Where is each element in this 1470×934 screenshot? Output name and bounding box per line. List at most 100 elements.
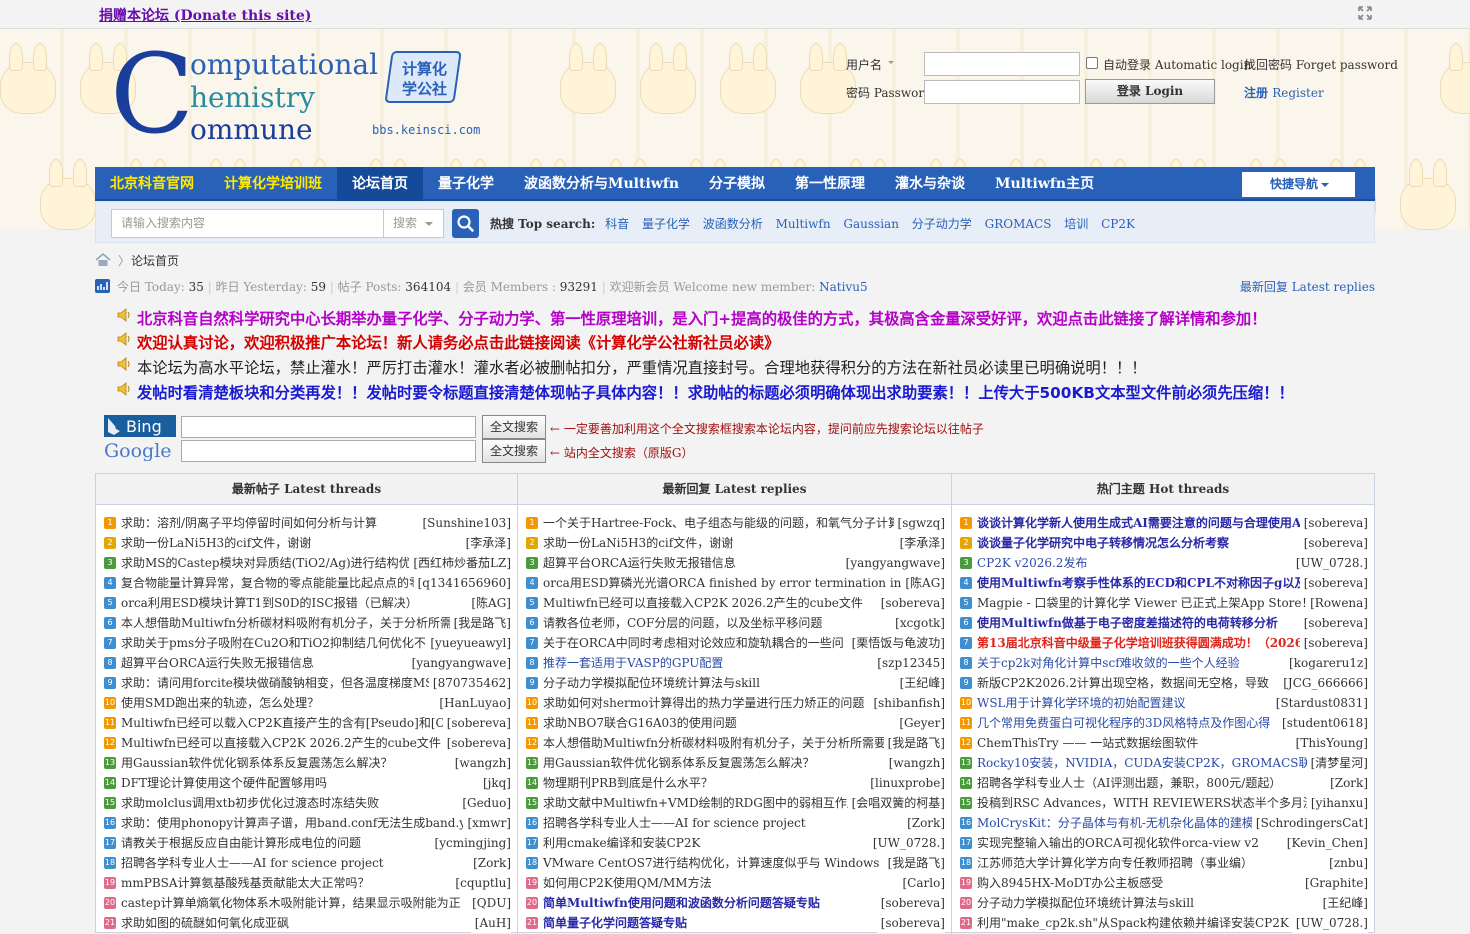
thread-title-link[interactable]: 如何用CP2K使用QM/MM方法 [543, 873, 945, 893]
fullscreen-icon[interactable] [1358, 6, 1372, 20]
thread-author-link[interactable]: [kogareru1z] [1285, 653, 1368, 673]
thread-title-link[interactable]: castep计算单熵氧化物体系木吸附能计算，结果显示吸附能为正 [121, 893, 511, 913]
thread-author-link[interactable]: [Carlo] [898, 873, 945, 893]
thread-title-link[interactable]: 求助molclus调用xtb初步优化过渡态时冻结失败 [121, 793, 511, 813]
thread-title-link[interactable]: 求助一份LaNi5H3的cif文件，谢谢 [543, 533, 945, 553]
thread-title-link[interactable]: 一个关于Hartree-Fock、电子组态与能级的问题，和氧气分子计算的 [543, 513, 945, 533]
thread-author-link[interactable]: [陈AG] [467, 593, 511, 613]
latest-replies-link[interactable]: 最新回复 Latest replies [1240, 278, 1375, 295]
nav-item-multiwfn-home[interactable]: Multiwfn主页 [980, 167, 1109, 201]
nav-item-training[interactable]: 计算化学培训班 [209, 167, 337, 201]
thread-author-link[interactable]: [szp12345] [873, 653, 945, 673]
thread-title-link[interactable]: orca利用ESD模块计算T1到S0D的ISC报错（已解决） [121, 593, 511, 613]
nav-item-quantum-chemistry[interactable]: 量子化学 [423, 167, 509, 201]
thread-author-link[interactable]: [sobereva] [442, 733, 511, 753]
thread-title-link[interactable]: 招聘各学科专业人士（AI评测出题，兼职，800元/题起） [977, 773, 1368, 793]
hot-search-item[interactable]: 科音 [605, 217, 629, 231]
password-input[interactable] [924, 80, 1080, 104]
thread-author-link[interactable]: [wangzh] [450, 753, 511, 773]
thread-author-link[interactable]: [870735462] [428, 673, 511, 693]
thread-author-link[interactable]: [sobereva] [1299, 633, 1368, 653]
thread-author-link[interactable]: [AuH] [470, 913, 511, 933]
thread-author-link[interactable]: [QDU] [468, 893, 511, 913]
thread-author-link[interactable]: [我是路飞] [449, 613, 511, 633]
thread-author-link[interactable]: [ycmingjing] [430, 833, 511, 853]
thread-author-link[interactable]: [我是路飞] [883, 733, 945, 753]
thread-author-link[interactable]: [wangzh] [884, 753, 945, 773]
thread-author-link[interactable]: [UW_0728.] [1291, 553, 1368, 573]
thread-title-link[interactable]: 求助：使用phonopy计算声子谱，用band.conf无法生成band.yam… [121, 813, 511, 833]
thread-author-link[interactable]: [Zork] [469, 853, 511, 873]
thread-author-link[interactable]: [sobereva] [442, 713, 511, 733]
bing-search-input[interactable] [181, 416, 476, 438]
username-dropdown-icon[interactable] [888, 61, 894, 67]
thread-title-link[interactable]: 分子动力学模拟配位环境统计算法与skill [977, 893, 1368, 913]
thread-author-link[interactable]: [sobereva] [1299, 533, 1368, 553]
thread-author-link[interactable]: [栗悟饭与龟波功] [847, 633, 945, 653]
thread-author-link[interactable]: [Stardust0831] [1271, 693, 1368, 713]
thread-author-link[interactable]: [我是路飞] [883, 853, 945, 873]
auto-login-label[interactable]: 自动登录 Automatic login [1103, 56, 1251, 73]
thread-author-link[interactable]: [sgwzq] [893, 513, 945, 533]
thread-author-link[interactable]: [sobereva] [1299, 513, 1368, 533]
thread-author-link[interactable]: [会唱双簧的柯基] [847, 793, 945, 813]
thread-author-link[interactable]: [sobereva] [876, 913, 945, 933]
thread-author-link[interactable]: [yueyueawyl] [426, 633, 511, 653]
thread-author-link[interactable]: [sobereva] [1299, 613, 1368, 633]
nav-item-first-principles[interactable]: 第一性原理 [780, 167, 880, 201]
thread-author-link[interactable]: [sobereva] [876, 593, 945, 613]
thread-author-link[interactable]: [xcgotk] [891, 613, 945, 633]
thread-author-link[interactable]: [linuxprobe] [866, 773, 945, 793]
thread-author-link[interactable]: [Geduo] [458, 793, 511, 813]
thread-author-link[interactable]: [李承泽] [461, 533, 511, 553]
register-link[interactable]: 注册 Register [1244, 84, 1324, 101]
thread-author-link[interactable]: [清梦星河] [1306, 753, 1368, 773]
thread-author-link[interactable]: [王纪峰] [1318, 893, 1368, 913]
thread-author-link[interactable]: [西红柿炒番茄LZ] [409, 553, 511, 573]
thread-author-link[interactable]: [李承泽] [895, 533, 945, 553]
thread-author-link[interactable]: [cquptlu] [451, 873, 511, 893]
thread-author-link[interactable]: [yangyangwave] [841, 553, 945, 573]
nav-item-keinsci-home[interactable]: 北京科音官网 [95, 167, 209, 201]
thread-title-link[interactable]: 求助如图的硫醚如何氧化成亚砜 [121, 913, 511, 933]
forget-password-link[interactable]: 找回密码 Forget password [1244, 56, 1398, 73]
site-logo[interactable]: C omputational hemistry ommune 计算化 学公社 b… [110, 30, 480, 158]
thread-title-link[interactable]: 江苏师范大学计算化学方向专任教师招聘（事业编） [977, 853, 1368, 873]
login-button[interactable]: 登录 Login [1085, 79, 1215, 104]
hot-search-item[interactable]: 培训 [1064, 217, 1088, 231]
thread-title-link[interactable]: 招聘各学科专业人士——AI for science project [121, 853, 511, 873]
thread-author-link[interactable]: [yihanxu] [1306, 793, 1368, 813]
thread-author-link[interactable]: [jkq] [478, 773, 511, 793]
thread-author-link[interactable]: [Zork] [903, 813, 945, 833]
hot-search-item[interactable]: Gaussian [843, 217, 899, 231]
thread-author-link[interactable]: [sobereva] [876, 893, 945, 913]
nav-item-wavefunction-multiwfn[interactable]: 波函数分析与Multiwfn [509, 167, 694, 201]
donate-link[interactable]: 捐赠本论坛 (Donate this site) [99, 5, 311, 25]
thread-title-link[interactable]: 请教各位老师，COF分层的问题，以及坐标平移问题 [543, 613, 945, 633]
bing-search-button[interactable]: 全文搜索 [482, 415, 546, 439]
thread-author-link[interactable]: [Zork] [1326, 773, 1368, 793]
thread-author-link[interactable]: [Sunshine103] [418, 513, 511, 533]
google-search-button[interactable]: 全文搜索 [482, 439, 546, 463]
thread-author-link[interactable]: [ThisYoung] [1291, 733, 1368, 753]
thread-title-link[interactable]: 求助一份LaNi5H3的cif文件，谢谢 [121, 533, 511, 553]
nav-item-forum-home[interactable]: 论坛首页 [337, 167, 423, 201]
username-input[interactable] [924, 52, 1080, 76]
thread-author-link[interactable]: [陈AG] [901, 573, 945, 593]
thread-title-link[interactable]: DFT理论计算使用这个硬件配置够用吗 [121, 773, 511, 793]
thread-author-link[interactable]: [Kevin_Chen] [1282, 833, 1368, 853]
thread-author-link[interactable]: [JCG_666666] [1279, 673, 1368, 693]
home-icon[interactable] [95, 253, 111, 267]
thread-author-link[interactable]: [HanLuyao] [435, 693, 511, 713]
thread-author-link[interactable]: [yangyangwave] [407, 653, 511, 673]
hot-search-item[interactable]: Multiwfn [776, 217, 831, 231]
auto-login-checkbox[interactable] [1086, 57, 1098, 69]
thread-author-link[interactable]: [xmwr] [463, 813, 511, 833]
thread-author-link[interactable]: [Geyer] [895, 713, 945, 733]
thread-author-link[interactable]: [UW_0728.] [868, 833, 945, 853]
thread-author-link[interactable]: [sobereva] [1299, 573, 1368, 593]
hot-search-item[interactable]: CP2K [1101, 217, 1135, 231]
google-search-input[interactable] [181, 440, 476, 462]
search-type-select[interactable]: 搜索 [383, 209, 444, 238]
thread-author-link[interactable]: [q1341656960] [413, 573, 511, 593]
